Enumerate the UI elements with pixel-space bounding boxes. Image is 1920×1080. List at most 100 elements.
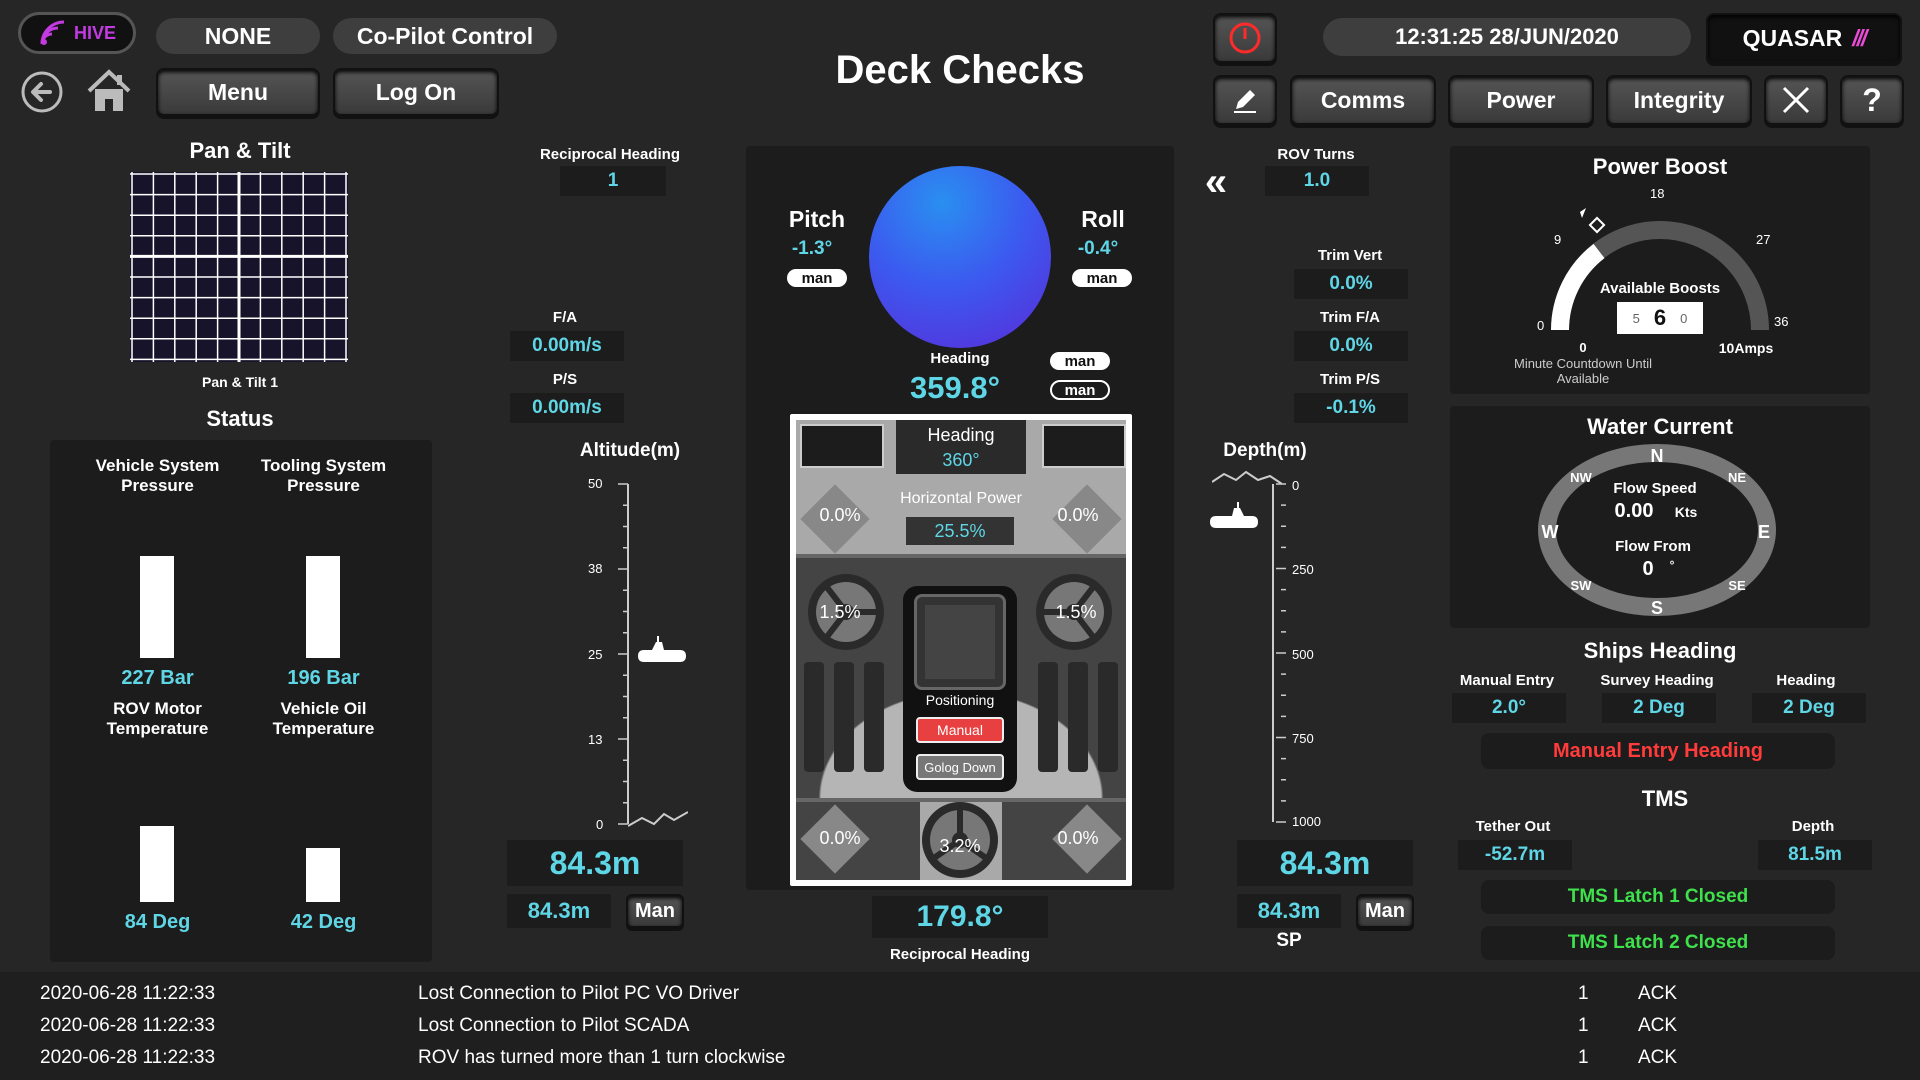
trim-ps-value: -0.1%: [1294, 393, 1408, 423]
tms-depth-value: 81.5m: [1758, 840, 1872, 870]
attitude-sphere: [869, 166, 1051, 348]
alarm-row[interactable]: 2020-06-28 11:22:33 Lost Connection to P…: [0, 978, 1920, 1010]
ps-label: P/S: [552, 371, 578, 388]
alarm-row[interactable]: 2020-06-28 11:22:33 ROV has turned more …: [0, 1042, 1920, 1074]
alarm-count: 1: [1578, 1047, 1589, 1068]
motor-temp-bar: [140, 812, 174, 902]
rov-altitude-icon: [638, 636, 686, 662]
trim-fa-label: Trim F/A: [1319, 309, 1380, 326]
depth-man-button[interactable]: Man: [1356, 894, 1414, 928]
tms-latch-2-status: TMS Latch 2 Closed: [1481, 926, 1835, 960]
manual-entry-value[interactable]: 2.0°: [1452, 693, 1566, 723]
depth-scale: 0 250 500 750 1000: [1200, 470, 1340, 832]
status-title: Status: [206, 406, 274, 431]
roll-label: Roll: [1081, 206, 1125, 232]
gauge-label-9: 9: [1554, 232, 1562, 247]
manual-entry-label: Manual Entry: [1459, 672, 1555, 689]
pencil-icon: [1234, 90, 1256, 113]
thruster-heading-label: Heading: [927, 425, 995, 445]
logon-button[interactable]: Log On: [333, 68, 499, 116]
sp-label: SP: [1276, 930, 1302, 951]
trim-fa-value: 0.0%: [1294, 331, 1408, 361]
trim-vert-value: 0.0%: [1294, 269, 1408, 299]
center-reciprocal-label: Reciprocal Heading: [889, 946, 1031, 963]
flow-from-value: 0: [1642, 558, 1654, 580]
close-button[interactable]: [1764, 75, 1828, 125]
close-icon: [1782, 86, 1810, 114]
alarm-count: 1: [1578, 1015, 1589, 1036]
quasar-brand[interactable]: QUASAR ///: [1706, 13, 1902, 63]
heading-man-chip-1[interactable]: man: [1050, 352, 1110, 370]
altitude-sp-value: 84.3m: [507, 894, 611, 928]
control-display: Co-Pilot Control: [333, 18, 557, 54]
oil-temp-value: 42 Deg: [290, 911, 357, 933]
pan-tilt-grid[interactable]: [130, 172, 348, 362]
rov-turns-label: ROV Turns: [1277, 146, 1355, 163]
survey-heading-label: Survey Heading: [1600, 672, 1714, 689]
countdown-value: 0: [1579, 340, 1587, 355]
datetime-display: 12:31:25 28/JUN/2020: [1323, 18, 1691, 56]
hive-logo[interactable]: HIVE: [18, 12, 136, 54]
motor-temp-title: ROV Motor Temperature: [106, 699, 209, 738]
pitch-man-chip[interactable]: man: [787, 269, 847, 287]
power-icon: [1229, 22, 1261, 54]
compass-nw: NW: [1570, 470, 1592, 485]
quasar-label: QUASAR: [1742, 24, 1843, 51]
tooling-pressure-bar: [306, 538, 340, 658]
avail-value: 6: [1653, 305, 1667, 330]
edit-button[interactable]: [1213, 75, 1277, 125]
flow-speed-value: 0.00: [1614, 500, 1654, 522]
alarm-time: 2020-06-28 11:22:33: [40, 983, 216, 1004]
oil-temp-bar: [306, 812, 340, 902]
rov-depth-icon: [1210, 502, 1258, 528]
heading-man-chip-2[interactable]: man: [1050, 380, 1110, 400]
home-icon[interactable]: [84, 66, 134, 116]
compass-n: N: [1650, 446, 1664, 466]
collapse-chevron-icon[interactable]: «: [1196, 160, 1236, 204]
help-button[interactable]: ?: [1840, 75, 1904, 125]
vehicle-pressure-value: 227 Bar: [121, 667, 194, 689]
tms-title: TMS: [1641, 786, 1689, 811]
alarm-ack[interactable]: ACK: [1638, 983, 1677, 1005]
power-off-button[interactable]: [1213, 13, 1277, 63]
vehicle-pressure-title: Vehicle System Pressure: [95, 456, 220, 495]
gauge-label-27: 27: [1756, 232, 1771, 247]
integrity-button[interactable]: Integrity: [1606, 75, 1752, 125]
water-current-title: Water Current: [1587, 414, 1733, 439]
manual-mode-button[interactable]: Manual: [916, 717, 1004, 743]
altitude-label: Altitude(m): [579, 440, 681, 461]
pan-tilt-caption: Pan & Tilt 1: [202, 374, 278, 390]
avail-left: 5: [1632, 310, 1640, 326]
heading-label: Heading: [930, 350, 990, 367]
power-button[interactable]: Power: [1448, 75, 1594, 125]
thruster-bottom-right: 0.0%: [1057, 828, 1099, 848]
fa-label: F/A: [552, 309, 578, 326]
surface-line-icon: [1212, 470, 1282, 485]
tms-latch-1-status: TMS Latch 1 Closed: [1481, 880, 1835, 914]
thruster-heading-value: 360°: [942, 450, 980, 470]
countdown-label: Minute Countdown Until Available: [1513, 356, 1653, 386]
ships-heading-value: 2 Deg: [1752, 693, 1866, 723]
pitch-value: -1.3°: [791, 238, 833, 259]
compass-se: SE: [1728, 578, 1746, 593]
altitude-value: 84.3m: [507, 840, 683, 886]
golog-down-button[interactable]: Golog Down: [916, 754, 1004, 780]
manual-entry-heading-button[interactable]: Manual Entry Heading: [1481, 733, 1835, 769]
comms-button[interactable]: Comms: [1290, 75, 1436, 125]
alarm-ack[interactable]: ACK: [1638, 1015, 1677, 1037]
tooling-pressure-title: Tooling System Pressure: [260, 456, 387, 495]
available-boosts-label: Available Boosts: [1599, 280, 1721, 297]
depth-label: Depth(m): [1223, 440, 1307, 461]
back-icon[interactable]: [20, 70, 64, 114]
amps-label: 10Amps: [1718, 340, 1774, 356]
alarm-row[interactable]: 2020-06-28 11:22:33 Lost Connection to P…: [0, 1010, 1920, 1042]
alarm-time: 2020-06-28 11:22:33: [40, 1015, 216, 1036]
altitude-man-button[interactable]: Man: [626, 894, 684, 928]
hive-signal-icon: [40, 20, 65, 45]
horizontal-power-label: Horizontal Power: [900, 490, 1022, 507]
menu-button[interactable]: Menu: [156, 68, 320, 116]
available-boosts-box: 5 6 0: [1617, 302, 1703, 334]
compass-sw: SW: [1570, 578, 1592, 593]
alarm-ack[interactable]: ACK: [1638, 1047, 1677, 1069]
roll-man-chip[interactable]: man: [1072, 269, 1132, 287]
